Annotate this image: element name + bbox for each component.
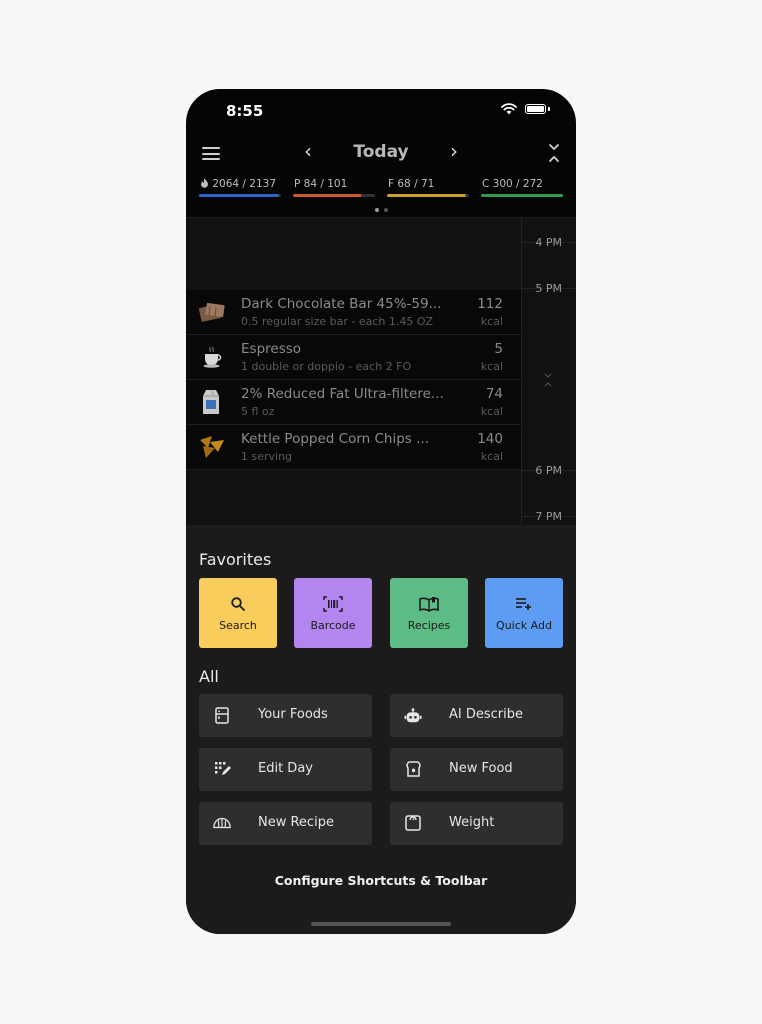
phone-screen: 8:55 Today ‹ › 2064 / 2137 P 84 / 101 F … <box>186 89 576 934</box>
day-title[interactable]: Today <box>186 142 576 162</box>
day-header: Today ‹ › <box>186 139 576 169</box>
favorite-quick-add-button[interactable]: Quick Add <box>485 578 563 648</box>
shortcuts-sheet: Favorites Search Barcode Recipes Quick A… <box>186 525 576 934</box>
time-label-7pm: 7 PM <box>535 510 562 523</box>
tile-label: AI Describe <box>449 707 523 722</box>
macro-calories-value: 2064 / 2137 <box>212 178 276 190</box>
macro-protein-bar <box>293 194 375 197</box>
chips-icon <box>198 433 226 461</box>
new-food-button[interactable]: New Food <box>390 748 563 791</box>
food-serving: 5 fl oz <box>241 405 275 418</box>
favorite-barcode-button[interactable]: Barcode <box>294 578 372 648</box>
food-name: 2% Reduced Fat Ultra-filtere... <box>241 386 444 402</box>
food-calories-unit: kcal <box>480 450 503 463</box>
favorite-label: Barcode <box>310 619 356 632</box>
tile-label: New Food <box>449 761 513 776</box>
battery-icon <box>525 104 546 114</box>
macro-fat-bar <box>387 194 469 197</box>
all-title: All <box>199 667 219 686</box>
fridge-icon <box>213 706 231 724</box>
tile-label: Your Foods <box>258 707 328 722</box>
toast-icon <box>404 760 422 778</box>
ai-describe-button[interactable]: AI Describe <box>390 694 563 737</box>
robot-icon <box>404 706 422 724</box>
food-entry[interactable]: Dark Chocolate Bar 45%-59... 0.5 regular… <box>186 290 521 335</box>
favorites-title: Favorites <box>199 550 272 569</box>
page-indicator[interactable] <box>186 208 576 212</box>
favorite-label: Quick Add <box>496 619 552 632</box>
food-calories: 5 <box>494 341 503 357</box>
food-calories: 112 <box>477 296 503 312</box>
page-dot-active <box>374 208 379 212</box>
food-name: Espresso <box>241 341 302 357</box>
macro-summary[interactable]: 2064 / 2137 P 84 / 101 F 68 / 71 C 300 /… <box>199 178 563 197</box>
book-icon <box>419 594 439 614</box>
macro-protein: P 84 / 101 <box>293 178 375 197</box>
tile-label: Edit Day <box>258 761 313 776</box>
wifi-icon <box>501 103 517 115</box>
food-calories: 74 <box>485 386 503 402</box>
macro-fat: F 68 / 71 <box>387 178 469 197</box>
weight-button[interactable]: Weight <box>390 802 563 845</box>
milk-carton-icon <box>198 388 226 416</box>
status-icons <box>501 103 550 115</box>
food-name: Kettle Popped Corn Chips ... <box>241 431 429 447</box>
list-add-icon <box>514 594 534 614</box>
edit-day-button[interactable]: Edit Day <box>199 748 372 791</box>
food-calories-unit: kcal <box>480 315 503 328</box>
page-dot <box>383 208 388 212</box>
your-foods-button[interactable]: Your Foods <box>199 694 372 737</box>
configure-shortcuts-button[interactable]: Configure Shortcuts & Toolbar <box>186 873 576 888</box>
food-entry[interactable]: Espresso 1 double or doppio - each 2 FO … <box>186 335 521 380</box>
chevron-collapse-icon[interactable] <box>542 372 554 388</box>
favorite-label: Search <box>219 619 257 632</box>
macro-protein-value: P 84 / 101 <box>294 178 348 190</box>
chocolate-icon <box>198 298 226 326</box>
macro-calories-bar <box>199 194 281 197</box>
food-calories: 140 <box>477 431 503 447</box>
battery-cap <box>548 107 550 111</box>
barcode-icon <box>323 594 343 614</box>
food-calories-unit: kcal <box>480 405 503 418</box>
food-name: Dark Chocolate Bar 45%-59... <box>241 296 442 312</box>
time-label-4pm: 4 PM <box>535 236 562 249</box>
edit-grid-icon <box>213 760 231 778</box>
food-entry[interactable]: Kettle Popped Corn Chips ... 1 serving 1… <box>186 425 521 470</box>
macro-calories: 2064 / 2137 <box>199 178 281 197</box>
search-icon <box>228 594 248 614</box>
food-entry[interactable]: 2% Reduced Fat Ultra-filtere... 5 fl oz … <box>186 380 521 425</box>
scale-icon <box>404 814 422 832</box>
macro-carbs-bar <box>481 194 563 197</box>
favorite-recipes-button[interactable]: Recipes <box>390 578 468 648</box>
time-column-divider <box>521 218 522 526</box>
favorite-label: Recipes <box>407 619 451 632</box>
croissant-icon <box>213 814 231 832</box>
food-serving: 1 serving <box>241 450 293 463</box>
tile-label: New Recipe <box>258 815 334 830</box>
food-serving: 0.5 regular size bar - each 1.45 OZ <box>241 315 434 328</box>
status-time: 8:55 <box>226 102 264 120</box>
flame-icon <box>201 178 208 188</box>
collapse-icon[interactable] <box>548 143 560 163</box>
home-indicator[interactable] <box>311 922 451 926</box>
tile-label: Weight <box>449 815 495 830</box>
macro-fat-value: F 68 / 71 <box>388 178 435 190</box>
previous-day-button[interactable]: ‹ <box>304 139 312 163</box>
new-recipe-button[interactable]: New Recipe <box>199 802 372 845</box>
macro-carbs-value: C 300 / 272 <box>482 178 543 190</box>
food-calories-unit: kcal <box>480 360 503 373</box>
time-label-6pm: 6 PM <box>535 464 562 477</box>
food-timeline[interactable]: 4 PM 5 PM 6 PM 7 PM Dark Chocolate Bar 4… <box>186 217 576 526</box>
macro-carbs: C 300 / 272 <box>481 178 563 197</box>
food-serving: 1 double or doppio - each 2 FO <box>241 360 412 373</box>
favorite-search-button[interactable]: Search <box>199 578 277 648</box>
coffee-cup-icon <box>198 343 226 371</box>
time-label-5pm: 5 PM <box>535 282 562 295</box>
next-day-button[interactable]: › <box>450 139 458 163</box>
